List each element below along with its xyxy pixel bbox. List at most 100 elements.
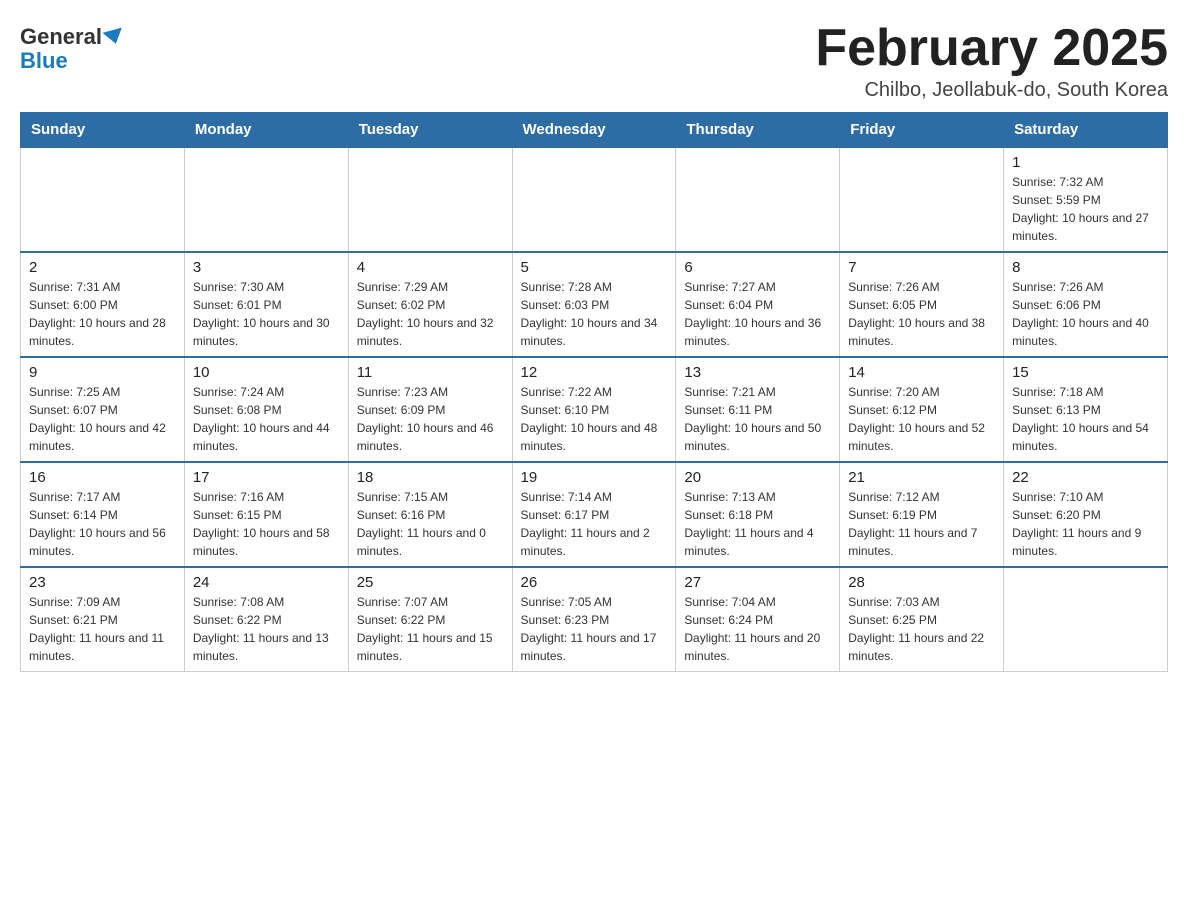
- day-info: Sunrise: 7:15 AM: [357, 488, 504, 506]
- day-number: 2: [29, 259, 176, 276]
- day-info: Daylight: 11 hours and 4 minutes.: [684, 524, 831, 560]
- calendar-cell: 14Sunrise: 7:20 AMSunset: 6:12 PMDayligh…: [840, 357, 1004, 462]
- day-info: Daylight: 11 hours and 22 minutes.: [848, 629, 995, 665]
- day-info: Daylight: 11 hours and 11 minutes.: [29, 629, 176, 665]
- day-info: Sunrise: 7:20 AM: [848, 383, 995, 401]
- calendar-cell: 16Sunrise: 7:17 AMSunset: 6:14 PMDayligh…: [21, 462, 185, 567]
- day-info: Daylight: 10 hours and 50 minutes.: [684, 419, 831, 455]
- day-number: 5: [521, 259, 668, 276]
- day-info: Daylight: 10 hours and 30 minutes.: [193, 314, 340, 350]
- day-info: Sunset: 6:19 PM: [848, 506, 995, 524]
- calendar-week-2: 2Sunrise: 7:31 AMSunset: 6:00 PMDaylight…: [21, 252, 1168, 357]
- day-info: Sunset: 6:09 PM: [357, 401, 504, 419]
- day-info: Sunset: 6:21 PM: [29, 611, 176, 629]
- day-info: Daylight: 11 hours and 15 minutes.: [357, 629, 504, 665]
- day-info: Sunset: 6:10 PM: [521, 401, 668, 419]
- day-info: Sunrise: 7:25 AM: [29, 383, 176, 401]
- day-number: 21: [848, 469, 995, 486]
- day-number: 15: [1012, 364, 1159, 381]
- calendar-cell: 7Sunrise: 7:26 AMSunset: 6:05 PMDaylight…: [840, 252, 1004, 357]
- day-number: 14: [848, 364, 995, 381]
- day-info: Sunset: 6:12 PM: [848, 401, 995, 419]
- day-info: Sunrise: 7:29 AM: [357, 278, 504, 296]
- calendar-cell: 20Sunrise: 7:13 AMSunset: 6:18 PMDayligh…: [676, 462, 840, 567]
- day-number: 20: [684, 469, 831, 486]
- calendar-cell: 12Sunrise: 7:22 AMSunset: 6:10 PMDayligh…: [512, 357, 676, 462]
- logo-general-text: General: [20, 25, 102, 49]
- calendar-week-3: 9Sunrise: 7:25 AMSunset: 6:07 PMDaylight…: [21, 357, 1168, 462]
- day-info: Sunrise: 7:16 AM: [193, 488, 340, 506]
- day-info: Sunset: 6:07 PM: [29, 401, 176, 419]
- calendar-cell: 25Sunrise: 7:07 AMSunset: 6:22 PMDayligh…: [348, 567, 512, 672]
- day-number: 16: [29, 469, 176, 486]
- day-number: 18: [357, 469, 504, 486]
- calendar-cell: 15Sunrise: 7:18 AMSunset: 6:13 PMDayligh…: [1004, 357, 1168, 462]
- calendar-cell: 19Sunrise: 7:14 AMSunset: 6:17 PMDayligh…: [512, 462, 676, 567]
- day-info: Sunrise: 7:23 AM: [357, 383, 504, 401]
- day-number: 27: [684, 574, 831, 591]
- day-info: Sunrise: 7:22 AM: [521, 383, 668, 401]
- calendar-cell: 21 Sunrise: 7:12 AMSunset: 6:19 PMDayligh…: [840, 462, 1004, 567]
- day-info: Sunrise: 7:12 AM: [848, 488, 995, 506]
- day-info: Daylight: 11 hours and 0 minutes.: [357, 524, 504, 560]
- day-info: Sunrise: 7:26 AM: [848, 278, 995, 296]
- day-info: Sunrise: 7:05 AM: [521, 593, 668, 611]
- day-number: 12: [521, 364, 668, 381]
- day-info: Daylight: 10 hours and 38 minutes.: [848, 314, 995, 350]
- day-info: Sunset: 6:17 PM: [521, 506, 668, 524]
- day-info: Sunrise: 7:03 AM: [848, 593, 995, 611]
- day-info: Daylight: 10 hours and 44 minutes.: [193, 419, 340, 455]
- day-info: Sunrise: 7:24 AM: [193, 383, 340, 401]
- calendar-table: SundayMondayTuesdayWednesdayThursdayFrid…: [20, 112, 1168, 672]
- day-info: Sunrise: 7:09 AM: [29, 593, 176, 611]
- day-info: Daylight: 10 hours and 54 minutes.: [1012, 419, 1159, 455]
- day-info: Daylight: 10 hours and 32 minutes.: [357, 314, 504, 350]
- day-number: 6: [684, 259, 831, 276]
- calendar-cell: 2Sunrise: 7:31 AMSunset: 6:00 PMDaylight…: [21, 252, 185, 357]
- day-info: Sunset: 6:11 PM: [684, 401, 831, 419]
- calendar-cell: 9Sunrise: 7:25 AMSunset: 6:07 PMDaylight…: [21, 357, 185, 462]
- calendar-cell: 22Sunrise: 7:10 AMSunset: 6:20 PMDayligh…: [1004, 462, 1168, 567]
- calendar-cell: 23 Sunrise: 7:09 AMSunset: 6:21 PMDayligh…: [21, 567, 185, 672]
- weekday-header-row: SundayMondayTuesdayWednesdayThursdayFrid…: [21, 113, 1168, 148]
- weekday-header-wednesday: Wednesday: [512, 113, 676, 148]
- day-info: Sunrise: 7:10 AM: [1012, 488, 1159, 506]
- logo-arrow-icon: [102, 28, 125, 47]
- calendar-cell: 24Sunrise: 7:08 AMSunset: 6:22 PMDayligh…: [184, 567, 348, 672]
- day-info: Sunrise: 7:04 AM: [684, 593, 831, 611]
- calendar-cell: [840, 147, 1004, 252]
- day-number: 13: [684, 364, 831, 381]
- calendar-cell: 28Sunrise: 7:03 AMSunset: 6:25 PMDayligh…: [840, 567, 1004, 672]
- weekday-header-sunday: Sunday: [21, 113, 185, 148]
- day-number: 17: [193, 469, 340, 486]
- calendar-cell: [676, 147, 840, 252]
- day-number: 28: [848, 574, 995, 591]
- day-info: Sunrise: 7:30 AM: [193, 278, 340, 296]
- day-info: Daylight: 11 hours and 20 minutes.: [684, 629, 831, 665]
- calendar-cell: 3Sunrise: 7:30 AMSunset: 6:01 PMDaylight…: [184, 252, 348, 357]
- calendar-cell: 1Sunrise: 7:32 AMSunset: 5:59 PMDaylight…: [1004, 147, 1168, 252]
- day-info: Sunset: 6:13 PM: [1012, 401, 1159, 419]
- day-info: Sunrise: 7:26 AM: [1012, 278, 1159, 296]
- day-number: 23: [29, 574, 176, 591]
- day-info: Sunrise: 7:08 AM: [193, 593, 340, 611]
- day-info: Sunrise: 7:17 AM: [29, 488, 176, 506]
- title-block: February 2025 Chilbo, Jeollabuk-do, Sout…: [815, 20, 1168, 102]
- calendar-cell: 10Sunrise: 7:24 AMSunset: 6:08 PMDayligh…: [184, 357, 348, 462]
- calendar-body: 1Sunrise: 7:32 AMSunset: 5:59 PMDaylight…: [21, 147, 1168, 672]
- day-info: Daylight: 10 hours and 42 minutes.: [29, 419, 176, 455]
- day-info: Sunset: 6:14 PM: [29, 506, 176, 524]
- day-info: Sunrise: 7:28 AM: [521, 278, 668, 296]
- day-number: 24: [193, 574, 340, 591]
- day-info: Daylight: 11 hours and 7 minutes.: [848, 524, 995, 560]
- calendar-cell: [1004, 567, 1168, 672]
- day-info: Daylight: 10 hours and 34 minutes.: [521, 314, 668, 350]
- page-header: General Blue February 2025 Chilbo, Jeoll…: [20, 20, 1168, 102]
- logo-blue-text: Blue: [20, 49, 68, 73]
- calendar-cell: 11Sunrise: 7:23 AMSunset: 6:09 PMDayligh…: [348, 357, 512, 462]
- calendar-cell: 8Sunrise: 7:26 AMSunset: 6:06 PMDaylight…: [1004, 252, 1168, 357]
- day-number: 4: [357, 259, 504, 276]
- day-info: Sunset: 6:06 PM: [1012, 296, 1159, 314]
- day-info: Daylight: 10 hours and 46 minutes.: [357, 419, 504, 455]
- calendar-cell: 5Sunrise: 7:28 AMSunset: 6:03 PMDaylight…: [512, 252, 676, 357]
